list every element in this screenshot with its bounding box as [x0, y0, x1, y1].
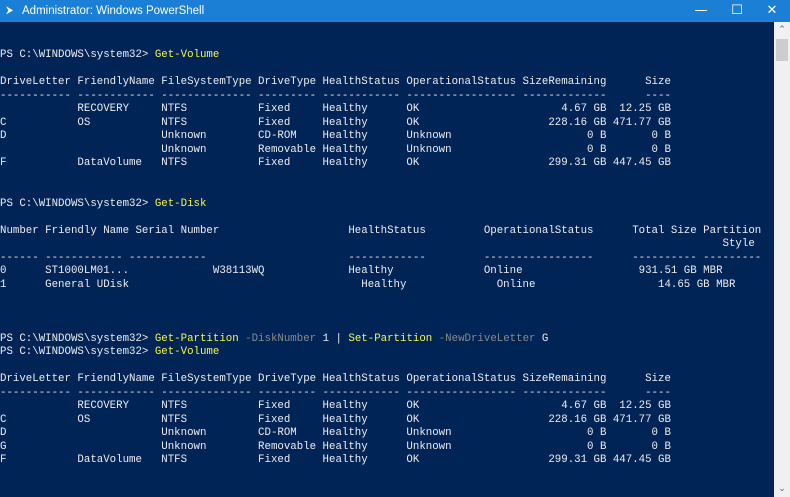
output-text: 0 ST1000LM01... W38113WQ Healthy Online …: [0, 265, 723, 278]
terminal-line: PS C:\WINDOWS\system32> Get-Volume: [0, 346, 774, 360]
output-text: 1 General UDisk Healthy Online 14.65 GB …: [0, 278, 736, 291]
terminal-line: G Unknown Removable Healthy Unknown 0 B …: [0, 441, 774, 455]
output-text: PS C:\WINDOWS\system32>: [0, 197, 155, 210]
terminal-line: F DataVolume NTFS Fixed Healthy OK 299.3…: [0, 454, 774, 468]
output-text: Number Friendly Name Serial Number Healt…: [0, 224, 762, 237]
output-text: PS C:\WINDOWS\system32>: [0, 332, 155, 345]
terminal-line: DriveLetter FriendlyName FileSystemType …: [0, 76, 774, 90]
terminal-output[interactable]: PS C:\WINDOWS\system32> Get-Volume Drive…: [0, 22, 774, 497]
terminal-line: C OS NTFS Fixed Healthy OK 228.16 GB 471…: [0, 117, 774, 131]
terminal-line: Number Friendly Name Serial Number Healt…: [0, 225, 774, 239]
window-title: Administrator: Windows PowerShell: [22, 5, 205, 17]
terminal-line: ----------- ------------ -------------- …: [0, 387, 774, 401]
output-text: PS C:\WINDOWS\system32>: [0, 49, 155, 62]
minimize-button[interactable]: —: [683, 0, 719, 22]
vertical-scrollbar[interactable]: ⌃ ⌄: [774, 22, 790, 497]
output-text: ----------- ------------ -------------- …: [0, 89, 671, 102]
output-text: ------ ------------ ------------ -------…: [0, 251, 762, 264]
output-text: G Unknown Removable Healthy Unknown 0 B …: [0, 440, 671, 453]
terminal-line: DriveLetter FriendlyName FileSystemType …: [0, 373, 774, 387]
output-text: Unknown Removable Healthy Unknown 0 B 0 …: [0, 143, 671, 156]
parameter-text: -DiskNumber: [238, 332, 317, 345]
output-text: DriveLetter FriendlyName FileSystemType …: [0, 76, 671, 89]
terminal-line: D Unknown CD-ROM Healthy Unknown 0 B 0 B: [0, 130, 774, 144]
output-text: Style: [0, 238, 755, 251]
terminal-line: C OS NTFS Fixed Healthy OK 228.16 GB 471…: [0, 414, 774, 428]
terminal-line: RECOVERY NTFS Fixed Healthy OK 4.67 GB 1…: [0, 400, 774, 414]
terminal-line: 1 General UDisk Healthy Online 14.65 GB …: [0, 279, 774, 293]
terminal-line: 0 ST1000LM01... W38113WQ Healthy Online …: [0, 265, 774, 279]
terminal-line: F DataVolume NTFS Fixed Healthy OK 299.3…: [0, 157, 774, 171]
output-text: F DataVolume NTFS Fixed Healthy OK 299.3…: [0, 454, 671, 467]
parameter-text: -NewDriveLetter: [432, 332, 536, 345]
terminal-line: Unknown Removable Healthy Unknown 0 B 0 …: [0, 144, 774, 158]
output-text: C OS NTFS Fixed Healthy OK 228.16 GB 471…: [0, 413, 671, 426]
terminal-line: PS C:\WINDOWS\system32> Get-Volume: [0, 49, 774, 63]
terminal-line: PS C:\WINDOWS\system32> Get-Partition -D…: [0, 333, 774, 347]
output-text: F DataVolume NTFS Fixed Healthy OK 299.3…: [0, 157, 671, 170]
terminal-line: D Unknown CD-ROM Healthy Unknown 0 B 0 B: [0, 427, 774, 441]
command-text: Get-Volume: [154, 49, 220, 62]
output-text: D Unknown CD-ROM Healthy Unknown 0 B 0 B: [0, 427, 671, 440]
terminal-line: Style: [0, 238, 774, 252]
terminal-line: ----------- ------------ -------------- …: [0, 90, 774, 104]
output-text: RECOVERY NTFS Fixed Healthy OK 4.67 GB 1…: [0, 400, 671, 413]
command-text: Get-Disk: [154, 197, 207, 210]
terminal-line: PS C:\WINDOWS\system32> Get-Disk: [0, 198, 774, 212]
powershell-icon: ⮞: [6, 5, 14, 16]
output-text: DriveLetter FriendlyName FileSystemType …: [0, 373, 671, 386]
command-text: Get-Partition: [154, 332, 239, 345]
command-text: Get-Volume: [154, 346, 220, 359]
output-text: RECOVERY NTFS Fixed Healthy OK 4.67 GB 1…: [0, 103, 671, 116]
output-text: PS C:\WINDOWS\system32>: [0, 346, 155, 359]
output-text: 1 |: [316, 332, 349, 345]
scroll-down-icon[interactable]: ⌄: [774, 481, 790, 497]
scroll-up-icon[interactable]: ⌃: [774, 22, 790, 38]
scrollbar-thumb[interactable]: [776, 39, 788, 61]
terminal-line: RECOVERY NTFS Fixed Healthy OK 4.67 GB 1…: [0, 103, 774, 117]
maximize-button[interactable]: ☐: [719, 0, 755, 22]
title-bar[interactable]: ⮞ Administrator: Windows PowerShell — ☐ …: [0, 0, 790, 22]
close-button[interactable]: ✕: [754, 0, 790, 22]
output-text: G: [535, 332, 549, 345]
output-text: ----------- ------------ -------------- …: [0, 386, 671, 399]
output-text: C OS NTFS Fixed Healthy OK 228.16 GB 471…: [0, 116, 671, 129]
output-text: D Unknown CD-ROM Healthy Unknown 0 B 0 B: [0, 130, 671, 143]
command-text: Set-Partition: [348, 332, 433, 345]
terminal-line: ------ ------------ ------------ -------…: [0, 252, 774, 266]
